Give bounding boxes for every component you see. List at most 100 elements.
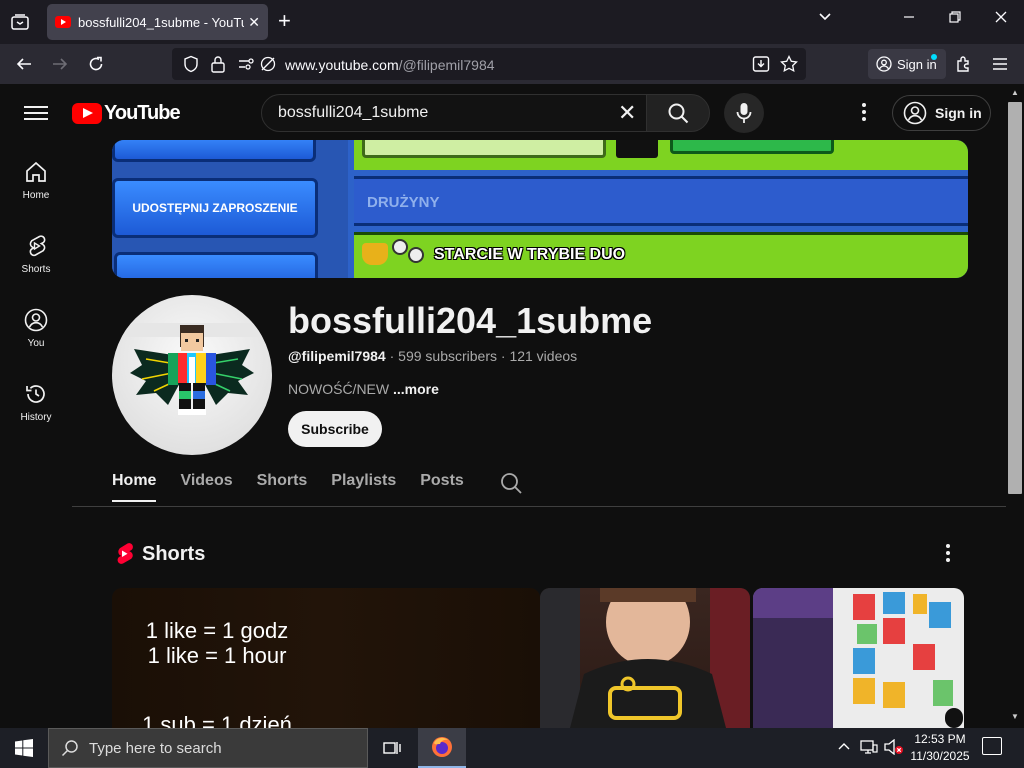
channel-avatar[interactable]	[112, 295, 272, 455]
avatar-character-image	[122, 323, 262, 415]
short-thumbnail[interactable]	[753, 588, 964, 728]
search-input[interactable]	[278, 103, 608, 123]
firefox-account-button[interactable]: Sign in	[868, 49, 946, 79]
permissions-icon[interactable]	[238, 57, 256, 76]
short-thumbnail[interactable]	[540, 588, 750, 728]
banner-invite-text: UDOSTĘPNIJ ZAPROSZENIE	[132, 201, 298, 215]
search-box: ✕	[261, 94, 647, 132]
tab-list-icon[interactable]	[8, 10, 32, 34]
video-count: 121 videos	[509, 348, 578, 364]
short-text-line: 1 like = 1 hour	[147, 643, 287, 668]
clock-time: 12:53 PM	[914, 732, 966, 746]
page-scrollbar[interactable]: ▲ ▼	[1006, 84, 1024, 728]
search-icon	[668, 103, 689, 124]
clear-search-icon[interactable]: ✕	[618, 102, 636, 124]
new-tab-icon[interactable]: +	[278, 10, 291, 32]
channel-tabs: Home Videos Shorts Playlists Posts	[112, 472, 522, 506]
banner-left-panel: UDOSTĘPNIJ ZAPROSZENIE	[112, 140, 348, 278]
more-link[interactable]: ...more	[393, 381, 439, 397]
sidebar-item-history[interactable]: History	[0, 366, 72, 440]
sidebar-item-you[interactable]: You	[0, 292, 72, 366]
extensions-icon[interactable]	[952, 52, 976, 76]
sidebar-item-label: You	[27, 338, 45, 349]
search-button[interactable]	[646, 94, 710, 132]
shorts-section-header: Shorts	[114, 542, 205, 566]
reload-icon[interactable]	[84, 52, 108, 76]
browser-nav-bar: www.youtube.com/@filipemil7984 Sign in	[0, 44, 1024, 84]
sidebar-item-label: Shorts	[21, 264, 51, 275]
skull-icon	[408, 247, 424, 263]
guide-menu-icon[interactable]	[24, 102, 48, 122]
volume-muted-icon[interactable]	[884, 738, 904, 760]
autoplay-blocked-icon[interactable]	[260, 56, 276, 77]
system-clock[interactable]: 12:53 PM 11/30/2025	[904, 731, 976, 765]
close-window-icon[interactable]	[978, 10, 1024, 28]
shorts-more-icon[interactable]	[940, 544, 956, 562]
scrollbar-thumb[interactable]	[1008, 102, 1022, 494]
address-bar[interactable]: www.youtube.com/@filipemil7984	[172, 48, 806, 80]
windows-start-icon[interactable]	[0, 728, 48, 768]
tab-videos[interactable]: Videos	[180, 472, 232, 500]
settings-more-icon[interactable]	[852, 100, 876, 124]
notification-center-icon[interactable]	[982, 737, 1002, 755]
channel-meta: @filipemil7984 · 599 subscribers · 121 v…	[288, 348, 577, 364]
forward-icon[interactable]	[48, 52, 72, 76]
microphone-icon	[736, 103, 752, 123]
taskbar-search-box[interactable]: Type here to search	[48, 728, 368, 768]
channel-name: bossfulli204_1subme	[288, 300, 653, 341]
tabs-divider	[72, 506, 1006, 507]
banner-top-strip	[354, 140, 968, 170]
tab-shorts[interactable]: Shorts	[257, 472, 308, 500]
home-icon	[26, 161, 46, 182]
sidebar-item-label: Home	[22, 190, 50, 201]
short-thumbnail-image	[753, 588, 963, 728]
windows-taskbar: Type here to search 12:53 PM 11/30/2025	[0, 728, 1024, 768]
scroll-up-arrow-icon[interactable]: ▲	[1011, 88, 1019, 97]
tab-home[interactable]: Home	[112, 472, 157, 502]
browser-tab-bar: bossfulli204_1subme - YouTube ✕ +	[0, 0, 1024, 44]
youtube-logo-text: YouTube	[104, 102, 181, 124]
save-to-pocket-icon[interactable]	[752, 55, 770, 78]
shorts-icon	[29, 235, 46, 257]
voice-search-button[interactable]	[724, 93, 764, 133]
app-menu-icon[interactable]	[988, 52, 1012, 76]
youtube-favicon-icon	[55, 16, 71, 28]
notification-dot	[931, 54, 937, 60]
lock-icon[interactable]	[210, 55, 226, 78]
short-thumbnail[interactable]: 1 like = 1 godz 1 like = 1 hour 1 sub = …	[112, 588, 540, 728]
channel-description[interactable]: NOWOŚĆ/NEW ...more	[288, 381, 439, 397]
subscribe-button[interactable]: Subscribe	[288, 411, 382, 447]
search-icon	[61, 740, 78, 757]
shorts-logo-icon	[117, 543, 133, 564]
banner-duo-row: STARCIE W TRYBIE DUO	[354, 232, 968, 278]
network-icon[interactable]	[860, 739, 878, 760]
minimize-icon[interactable]	[886, 10, 932, 28]
sidebar-item-home[interactable]: Home	[0, 144, 72, 218]
banner-invite-button: UDOSTĘPNIJ ZAPROSZENIE	[112, 178, 318, 238]
bookmark-star-icon[interactable]	[780, 54, 798, 78]
short-thumbnail-image	[540, 588, 750, 728]
browser-tab-active[interactable]: bossfulli204_1subme - YouTube ✕	[47, 4, 268, 40]
scroll-down-arrow-icon[interactable]: ▼	[1011, 712, 1019, 721]
tab-posts[interactable]: Posts	[420, 472, 464, 500]
tab-playlists[interactable]: Playlists	[331, 472, 396, 500]
show-hidden-icons-icon[interactable]	[838, 739, 850, 754]
task-view-icon[interactable]	[372, 736, 412, 760]
url-text: www.youtube.com/@filipemil7984	[285, 57, 495, 73]
youtube-signin-label: Sign in	[935, 105, 982, 121]
youtube-page: YouTube ✕ Sign in Home Shorts You Histor…	[0, 84, 1006, 728]
restore-icon[interactable]	[932, 10, 978, 28]
banner-bottom-button	[114, 252, 318, 278]
firefox-taskbar-icon[interactable]	[418, 728, 466, 768]
back-icon[interactable]	[12, 52, 36, 76]
youtube-logo[interactable]: YouTube	[72, 102, 181, 125]
channel-search-icon[interactable]	[500, 472, 522, 499]
tab-close-icon[interactable]: ✕	[248, 14, 260, 31]
tab-overflow-chevron-icon[interactable]	[802, 10, 848, 29]
banner-duo-text: STARCIE W TRYBIE DUO	[434, 246, 626, 263]
youtube-signin-button[interactable]: Sign in	[892, 95, 991, 131]
short-text-line: 1 like = 1 godz	[145, 618, 289, 643]
sidebar-item-shorts[interactable]: Shorts	[0, 218, 72, 292]
tracking-protection-icon[interactable]	[182, 55, 200, 78]
banner-teams-row: DRUŻYNY	[354, 176, 968, 226]
